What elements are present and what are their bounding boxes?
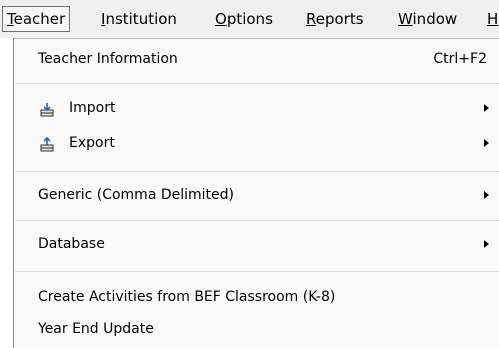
export-icon (39, 135, 55, 152)
menu-separator (15, 220, 499, 221)
menubar-teacher[interactable]: Teacher (2, 6, 71, 32)
menubar-reports[interactable]: Reports (302, 6, 368, 32)
menu-separator (15, 171, 499, 172)
menu-separator (15, 271, 499, 272)
menu-item-teacher-information[interactable]: Teacher Information Ctrl+F2 (14, 45, 499, 73)
menubar-options[interactable]: Options (211, 6, 277, 32)
menu-item-export[interactable]: Export (14, 129, 499, 157)
submenu-arrow-icon (484, 104, 489, 112)
submenu-arrow-icon (484, 139, 489, 147)
menu-item-import[interactable]: Import (14, 94, 499, 122)
menu-item-year-end-update[interactable]: Year End Update (14, 315, 499, 343)
shortcut-text: Ctrl+F2 (433, 51, 487, 67)
menubar-window[interactable]: Window (394, 6, 461, 32)
submenu-arrow-icon (484, 240, 489, 248)
menubar-help[interactable]: H (483, 6, 499, 32)
submenu-arrow-icon (484, 191, 489, 199)
menubar-institution[interactable]: Institution (97, 6, 181, 32)
menu-item-database[interactable]: Database (14, 230, 499, 258)
teacher-dropdown-menu: Teacher Information Ctrl+F2 Import Expor… (13, 38, 499, 348)
import-icon (39, 100, 55, 117)
menu-bar: Teacher Institution Options Reports Wind… (0, 0, 499, 38)
menu-item-generic-comma-delimited[interactable]: Generic (Comma Delimited) (14, 181, 499, 209)
menu-separator (15, 83, 499, 84)
menu-item-create-activities[interactable]: Create Activities from BEF Classroom (K-… (14, 283, 499, 311)
